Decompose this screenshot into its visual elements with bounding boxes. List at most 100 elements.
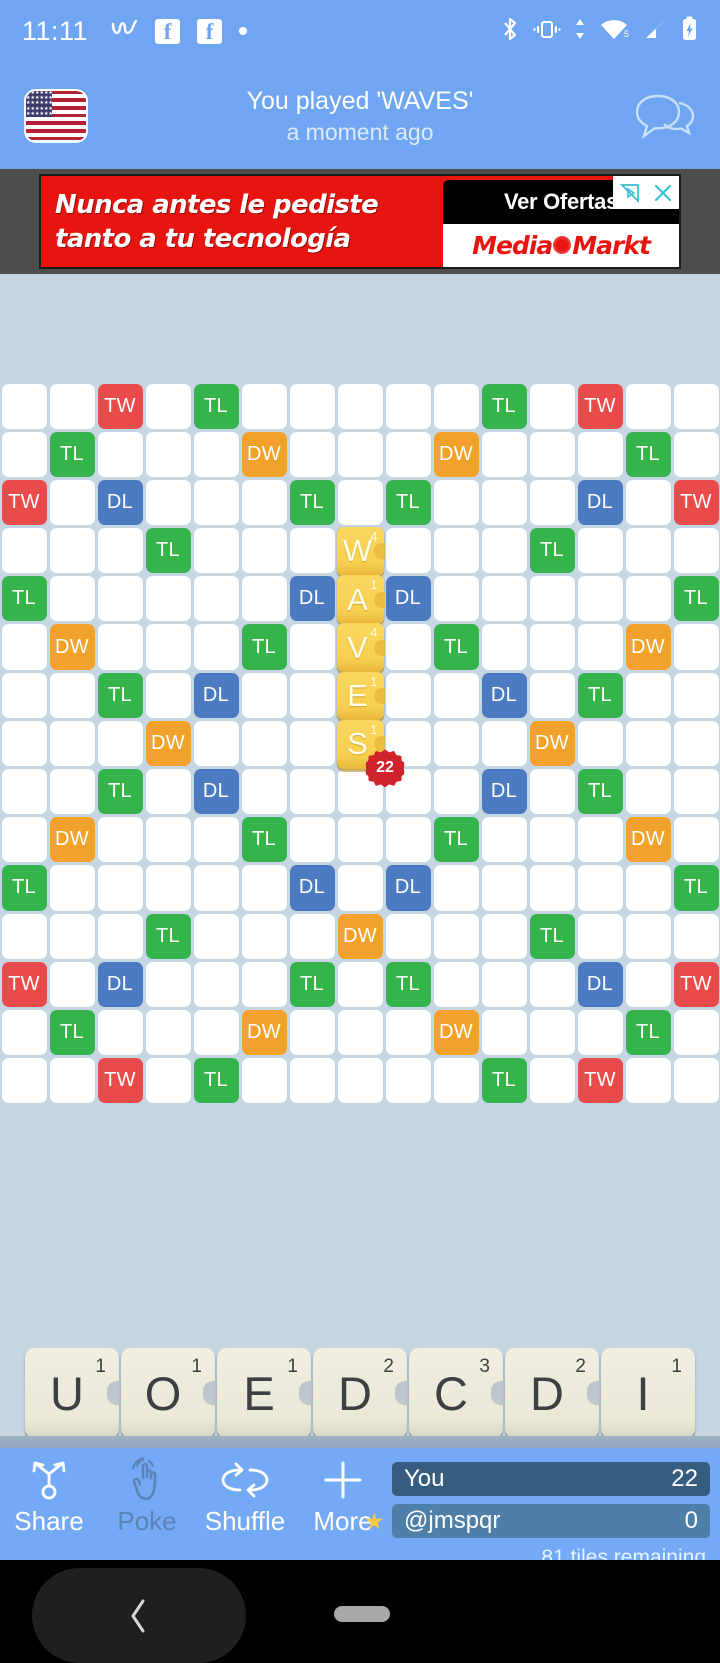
board-cell-empty[interactable] — [672, 623, 720, 671]
board-cell-empty[interactable] — [240, 1057, 288, 1105]
board-cell-empty[interactable] — [0, 527, 48, 575]
board-cell-empty[interactable] — [384, 527, 432, 575]
board-cell-empty[interactable] — [192, 527, 240, 575]
board-cell-tl[interactable]: TL — [288, 478, 336, 526]
board-cell-empty[interactable] — [480, 816, 528, 864]
board-cell-tl[interactable]: TL — [384, 960, 432, 1008]
board-cell-empty[interactable] — [384, 912, 432, 960]
home-pill-icon[interactable] — [334, 1606, 390, 1622]
board-cell-empty[interactable] — [240, 719, 288, 767]
board-cell-empty[interactable] — [624, 527, 672, 575]
board-cell-empty[interactable] — [144, 671, 192, 719]
board-cell-tl[interactable]: TL — [0, 864, 48, 912]
board-cell-empty[interactable] — [624, 960, 672, 1008]
board-cell-empty[interactable] — [48, 768, 96, 816]
board-cell-empty[interactable] — [624, 719, 672, 767]
score-row[interactable]: You 22 — [392, 1462, 710, 1496]
board-cell-empty[interactable] — [48, 719, 96, 767]
board-cell-empty[interactable] — [384, 1008, 432, 1056]
board-cell-empty[interactable] — [528, 1057, 576, 1105]
board-cell-empty[interactable] — [576, 527, 624, 575]
board-cell-empty[interactable] — [288, 671, 336, 719]
board-cell-dl[interactable]: DL — [288, 864, 336, 912]
board-cell-empty[interactable] — [192, 623, 240, 671]
board-cell-tl[interactable]: TL — [48, 1008, 96, 1056]
board-cell-tl[interactable]: TL — [576, 671, 624, 719]
board-cell-empty[interactable] — [432, 719, 480, 767]
board-cell-dw[interactable]: DW — [48, 623, 96, 671]
board-cell-empty[interactable] — [144, 1057, 192, 1105]
board-cell-empty[interactable] — [672, 1057, 720, 1105]
board-cell-dl[interactable]: DL — [192, 671, 240, 719]
board-cell-dl[interactable]: DL — [384, 864, 432, 912]
board-cell-dl[interactable]: DL — [96, 960, 144, 1008]
board-cell-empty[interactable] — [144, 623, 192, 671]
board-cell-empty[interactable] — [384, 623, 432, 671]
board-cell-empty[interactable] — [576, 623, 624, 671]
board-cell-empty[interactable] — [528, 864, 576, 912]
board-cell-empty[interactable] — [480, 527, 528, 575]
board-cell-empty[interactable] — [240, 960, 288, 1008]
board-cell-empty[interactable] — [432, 960, 480, 1008]
board-cell-empty[interactable] — [192, 1008, 240, 1056]
board-cell-empty[interactable] — [528, 1008, 576, 1056]
rack-tile-o[interactable]: O1 — [121, 1348, 217, 1438]
board-cell-tl[interactable]: TL — [480, 382, 528, 430]
board-cell-dw[interactable]: DW — [240, 1008, 288, 1056]
board-cell-empty[interactable] — [480, 864, 528, 912]
board-cell-empty[interactable] — [576, 430, 624, 478]
avatar[interactable]: ★ ★ ★ ★ ★ ★ ★ ★ ★ ★ ★ ★ ★ ★ ★ ★ ★ ★ ★ ★ ★ ★ ★ ★ ★ ★ ★ ★ ★ ★ — [24, 88, 88, 143]
board-cell-dl[interactable]: DL — [96, 478, 144, 526]
board-cell-empty[interactable] — [432, 912, 480, 960]
rack-tile-d[interactable]: D2 — [313, 1348, 409, 1438]
board-cell-empty[interactable] — [336, 864, 384, 912]
board-cell-empty[interactable] — [624, 478, 672, 526]
board-cell-empty[interactable] — [240, 382, 288, 430]
board-cell-tw[interactable]: TW — [576, 382, 624, 430]
board-cell-empty[interactable] — [384, 430, 432, 478]
board-cell-empty[interactable] — [432, 671, 480, 719]
board-cell-dw[interactable]: DW — [624, 816, 672, 864]
board-cell-tl[interactable]: TL — [96, 671, 144, 719]
board-cell-empty[interactable] — [336, 430, 384, 478]
board-cell-empty[interactable] — [144, 430, 192, 478]
board-cell-empty[interactable] — [528, 960, 576, 1008]
board-cell-empty[interactable] — [240, 912, 288, 960]
board-cell-empty[interactable] — [192, 430, 240, 478]
board-cell-empty[interactable] — [576, 719, 624, 767]
board-cell-empty[interactable] — [336, 960, 384, 1008]
board-cell-empty[interactable] — [240, 527, 288, 575]
board-cell-dw[interactable]: DW — [432, 430, 480, 478]
board-cell-empty[interactable] — [48, 382, 96, 430]
board-cell-tl[interactable]: TL — [192, 382, 240, 430]
board-cell-tl[interactable]: TL — [288, 960, 336, 1008]
board-cell-empty[interactable] — [288, 719, 336, 767]
board-cell-empty[interactable] — [672, 768, 720, 816]
board-cell-tl[interactable]: TL — [0, 575, 48, 623]
board-cell-empty[interactable] — [576, 575, 624, 623]
board-cell-empty[interactable] — [288, 527, 336, 575]
board-cell-empty[interactable] — [672, 1008, 720, 1056]
board-cell-empty[interactable] — [624, 1057, 672, 1105]
board-cell-empty[interactable] — [672, 912, 720, 960]
board-cell-empty[interactable] — [576, 864, 624, 912]
board-cell-empty[interactable] — [144, 1008, 192, 1056]
rack-tile-e[interactable]: E1 — [217, 1348, 313, 1438]
played-tile-e[interactable]: E1 — [336, 671, 385, 721]
board-cell-empty[interactable] — [288, 912, 336, 960]
board-cell-dw[interactable]: DW — [624, 623, 672, 671]
board-cell-tl[interactable]: TL — [192, 1057, 240, 1105]
board-cell-empty[interactable] — [624, 671, 672, 719]
board-cell-tl[interactable]: TL — [432, 816, 480, 864]
board-cell-empty[interactable] — [192, 816, 240, 864]
board-cell-empty[interactable] — [48, 864, 96, 912]
board-cell-empty[interactable] — [384, 671, 432, 719]
board-cell-empty[interactable] — [528, 575, 576, 623]
board-cell-empty[interactable] — [96, 527, 144, 575]
board-cell-empty[interactable] — [192, 960, 240, 1008]
board-cell-tw[interactable]: TW — [672, 960, 720, 1008]
board-cell-empty[interactable] — [48, 960, 96, 1008]
close-icon[interactable] — [646, 176, 679, 209]
board-cell-empty[interactable]: E1 — [336, 671, 385, 721]
board-cell-dl[interactable]: DL — [480, 671, 528, 719]
